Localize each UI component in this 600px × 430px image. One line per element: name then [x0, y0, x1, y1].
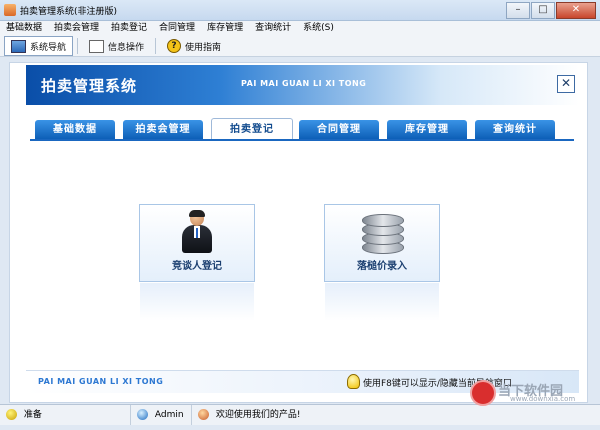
- user-guide-label: 使用指南: [185, 42, 222, 53]
- system-nav-label: 系统导航: [30, 42, 67, 53]
- window-title: 拍卖管理系统(非注册版): [20, 7, 118, 17]
- info-operation-button[interactable]: 信息操作: [82, 36, 151, 56]
- user-guide-button[interactable]: ? 使用指南: [160, 36, 228, 56]
- tab-basic-data[interactable]: 基础数据: [35, 120, 115, 139]
- minimize-button[interactable]: –: [506, 2, 530, 19]
- tab-auction-register[interactable]: 拍卖登记: [211, 118, 293, 141]
- bidder-register-button[interactable]: 竞谈人登记: [139, 204, 255, 282]
- navigation-panel: 拍卖管理系统 PAI MAI GUAN LI XI TONG ✕ 基础数据 拍卖…: [9, 62, 588, 403]
- status-welcome: 欢迎使用我们的产品!: [192, 405, 372, 425]
- status-bar: 准备 Admin 欢迎使用我们的产品!: [0, 404, 600, 425]
- user-icon: [137, 409, 148, 420]
- monitor-icon: [11, 39, 26, 53]
- watermark-logo: [470, 380, 496, 406]
- ready-icon: [6, 409, 17, 420]
- window-controls: – □ ✕: [505, 2, 596, 19]
- menu-system[interactable]: 系统(S): [297, 21, 340, 36]
- close-button[interactable]: ✕: [556, 2, 596, 19]
- banner-title: 拍卖管理系统: [41, 77, 138, 95]
- info-operation-label: 信息操作: [108, 42, 145, 53]
- tab-contract-mgmt[interactable]: 合同管理: [299, 120, 379, 139]
- system-nav-button[interactable]: 系统导航: [4, 36, 74, 56]
- status-ready: 准备: [0, 405, 131, 425]
- tab-query-stats[interactable]: 查询统计: [475, 120, 555, 139]
- tab-panel-auction-register: 竞谈人登记 落槌价录入: [30, 139, 574, 364]
- watermark-url: www.downxia.com: [510, 395, 576, 403]
- document-icon: [89, 39, 105, 53]
- menu-auction-register[interactable]: 拍卖登记: [105, 21, 153, 36]
- status-user: Admin: [131, 405, 192, 425]
- status-welcome-text: 欢迎使用我们的产品!: [215, 410, 301, 420]
- tab-strip: 基础数据 拍卖会管理 拍卖登记 合同管理 库存管理 查询统计: [35, 118, 565, 141]
- person-icon: [180, 210, 214, 253]
- tab-inventory-mgmt[interactable]: 库存管理: [387, 120, 467, 139]
- watermark: 当下软件园 www.downxia.com: [470, 380, 595, 406]
- menu-auction-mgmt[interactable]: 拍卖会管理: [48, 21, 105, 36]
- menu-query-stats[interactable]: 查询统计: [249, 21, 297, 36]
- close-nav-button[interactable]: ✕: [557, 75, 575, 93]
- footer-brand: PAI MAI GUAN LI XI TONG: [38, 377, 164, 386]
- bidder-register-label: 竞谈人登记: [172, 261, 222, 272]
- status-ready-text: 准备: [23, 410, 42, 420]
- menu-contract-mgmt[interactable]: 合同管理: [153, 21, 201, 36]
- menu-basic-data[interactable]: 基础数据: [0, 21, 48, 36]
- card-reflection: [325, 283, 439, 321]
- toolbar-separator: [77, 38, 79, 54]
- hammer-price-entry-button[interactable]: 落槌价录入: [324, 204, 440, 282]
- banner-subtitle: PAI MAI GUAN LI XI TONG: [241, 79, 367, 88]
- tab-auction-mgmt[interactable]: 拍卖会管理: [123, 120, 203, 139]
- toolbar: 系统导航 信息操作 ? 使用指南: [0, 36, 600, 57]
- hammer-price-entry-label: 落槌价录入: [357, 261, 407, 272]
- app-icon: [4, 4, 16, 16]
- lightbulb-icon: [347, 374, 360, 389]
- users-icon: [198, 409, 209, 420]
- card-reflection: [140, 283, 254, 321]
- menu-bar: 基础数据 拍卖会管理 拍卖登记 合同管理 库存管理 查询统计 系统(S): [0, 21, 600, 36]
- database-icon: [362, 211, 404, 254]
- toolbar-separator: [155, 38, 157, 54]
- status-user-text: Admin: [154, 410, 184, 420]
- window-title-bar: 拍卖管理系统(非注册版) – □ ✕: [0, 0, 600, 21]
- header-banner: 拍卖管理系统 PAI MAI GUAN LI XI TONG ✕: [26, 65, 579, 105]
- maximize-button[interactable]: □: [531, 2, 555, 19]
- menu-inventory-mgmt[interactable]: 库存管理: [201, 21, 249, 36]
- help-icon: ?: [167, 39, 182, 53]
